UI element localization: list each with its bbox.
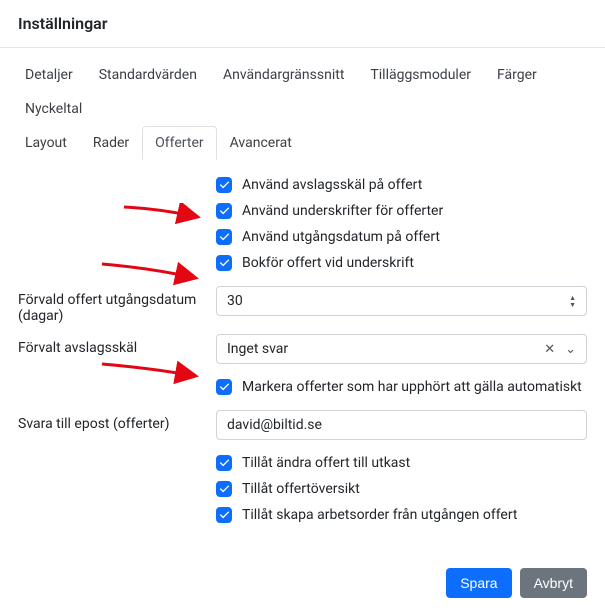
default-reason-value: Inget svar [227,341,288,357]
check-label: Markera offerter som har upphört att gäl… [242,379,582,395]
chevron-down-icon[interactable]: ⌄ [565,342,576,357]
expiry-days-label: Förvald offert utgångsdatum (dagar) [18,286,216,324]
check-anvand-underskrifter[interactable]: Använd underskrifter för offerter [216,198,587,224]
reply-email-input[interactable]: david@biltid.se [216,410,587,440]
check-anvand-utgangsdatum[interactable]: Använd utgångsdatum på offert [216,224,587,250]
tab-detaljer[interactable]: Detaljer [12,58,86,92]
tab-standardvarden[interactable]: Standardvärden [86,58,210,92]
check-label: Tillåt skapa arbetsorder från utgången o… [242,507,518,523]
checkbox-icon [216,455,232,471]
checkbox-icon [216,255,232,271]
check-tillat-offertsoversikt[interactable]: Tillåt offertöversikt [216,476,587,502]
tab-avancerat[interactable]: Avancerat [217,126,305,160]
check-bokfor-offert[interactable]: Bokför offert vid underskrift [216,250,587,276]
checkbox-icon [216,203,232,219]
cancel-button[interactable]: Avbryt [520,568,587,598]
check-tillat-skapa-arbetsorder[interactable]: Tillåt skapa arbetsorder från utgången o… [216,502,587,528]
tab-tillaggsmoduler[interactable]: Tilläggsmoduler [357,58,484,92]
footer: Spara Avbryt [0,556,605,616]
check-label: Använd avslagsskäl på offert [242,177,422,193]
checkbox-icon [216,507,232,523]
check-tillat-andra-offert[interactable]: Tillåt ändra offert till utkast [216,450,587,476]
check-anvand-avslagsskal[interactable]: Använd avslagsskäl på offert [216,172,587,198]
clear-icon[interactable]: ✕ [544,342,555,357]
checkbox-icon [216,379,232,395]
reply-email-label: Svara till epost (offerter) [18,410,216,432]
tab-layout[interactable]: Layout [12,126,80,160]
content: Använd avslagsskäl på offert Använd unde… [0,160,605,556]
check-label: Tillåt offertöversikt [242,481,360,497]
expiry-days-value: 30 [227,293,243,309]
tab-anvandargranssnitt[interactable]: Användargränssnitt [210,58,357,92]
checkbox-icon [216,481,232,497]
check-label: Tillåt ändra offert till utkast [242,455,410,471]
default-reason-label: Förvalt avslagsskäl [18,334,216,356]
tab-nyckeltal[interactable]: Nyckeltal [12,92,95,126]
spinner-up-icon[interactable]: ▲ [569,295,576,301]
tab-rader[interactable]: Rader [80,126,142,160]
number-spinner[interactable]: ▲ ▼ [569,295,576,308]
tab-offerter[interactable]: Offerter [142,126,216,160]
expiry-days-input[interactable]: 30 ▲ ▼ [216,286,587,316]
check-label: Använd utgångsdatum på offert [242,229,440,245]
reply-email-value: david@biltid.se [227,417,322,433]
check-label: Använd underskrifter för offerter [242,203,443,219]
tab-farger[interactable]: Färger [484,58,550,92]
checkbox-icon [216,177,232,193]
save-button[interactable]: Spara [446,568,511,598]
checkbox-icon [216,229,232,245]
check-label: Bokför offert vid underskrift [242,255,414,271]
tabs-row-1: Detaljer Standardvärden Användargränssni… [0,48,605,126]
check-markera-offerter[interactable]: Markera offerter som har upphört att gäl… [216,374,587,400]
tabs-row-2: Layout Rader Offerter Avancerat [0,126,605,160]
default-reason-select[interactable]: Inget svar ✕ ⌄ [216,334,587,364]
page-title: Inställningar [0,0,605,47]
spinner-down-icon[interactable]: ▼ [569,302,576,308]
